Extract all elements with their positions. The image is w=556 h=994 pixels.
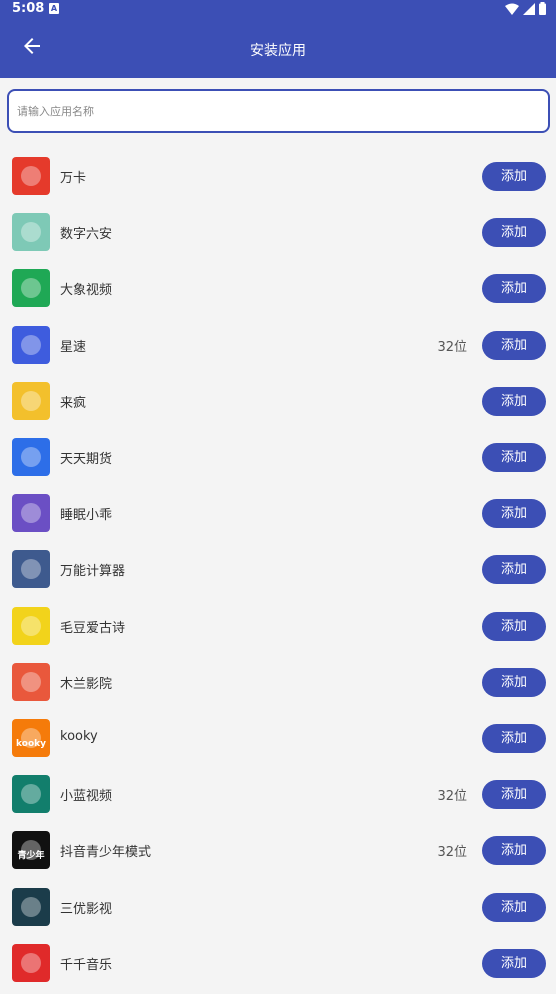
list-item: 睡眠小乖 添加 <box>0 485 556 541</box>
app-name: 小蓝视频 <box>60 789 113 805</box>
app-bar: 安装应用 <box>0 18 556 78</box>
arch-badge: 32位 <box>437 789 467 805</box>
list-item: 青少年 抖音青少年模式 32位 添加 <box>0 822 556 878</box>
app-name: 数字六安 <box>60 227 113 243</box>
app-name: 天天期货 <box>60 452 113 467</box>
list-item: 小蓝视频 32位 添加 <box>0 766 556 822</box>
add-button[interactable]: 添加 <box>482 386 546 416</box>
list-item: kooky kooky 添加 <box>0 710 556 766</box>
signal-icon <box>523 2 535 15</box>
list-item: 毛豆爱古诗 添加 <box>0 598 556 654</box>
app-name: 三优影视 <box>60 901 113 917</box>
app-name: 大象视频 <box>60 283 113 299</box>
add-button[interactable]: 添加 <box>482 274 546 304</box>
add-button[interactable]: 添加 <box>482 555 546 585</box>
status-bar: 5:08 A <box>0 0 556 18</box>
search-box <box>7 89 550 133</box>
add-button[interactable]: 添加 <box>482 162 546 191</box>
list-item: 木兰影院 添加 <box>0 654 556 710</box>
list-item: 三优影视 添加 <box>0 879 556 935</box>
add-button[interactable]: 添加 <box>482 330 546 360</box>
add-button[interactable]: 添加 <box>482 948 546 978</box>
app-name: 木兰影院 <box>60 676 113 692</box>
add-button[interactable]: 添加 <box>482 611 546 641</box>
app-name: 毛豆爱古诗 <box>60 620 126 636</box>
app-name: 睡眠小乖 <box>60 508 113 524</box>
notification-a-icon: A <box>49 3 59 14</box>
list-item: 千千音乐 添加 <box>0 935 556 991</box>
add-button[interactable]: 添加 <box>482 836 546 866</box>
app-name: 星速 <box>60 339 87 355</box>
star-shield-icon <box>12 325 50 364</box>
add-button[interactable]: 添加 <box>482 443 546 472</box>
add-button[interactable]: 添加 <box>482 780 546 810</box>
elephant-icon <box>12 269 50 308</box>
list-item: 数字六安 添加 <box>0 204 556 260</box>
search-input[interactable] <box>9 91 548 131</box>
app-name: 千千音乐 <box>60 957 113 973</box>
list-item: 星速 32位 添加 <box>0 317 556 373</box>
app-name: 万能计算器 <box>60 564 126 580</box>
battery-icon <box>539 2 546 15</box>
tiktok-icon: 青少年 <box>12 831 50 870</box>
list-item: 万能计算器 添加 <box>0 541 556 597</box>
list-item: 万卡 添加 <box>0 148 556 204</box>
app-name: 万卡 <box>60 171 87 186</box>
add-button[interactable]: 添加 <box>482 667 546 697</box>
bee-icon <box>12 381 50 420</box>
add-button[interactable]: 添加 <box>482 724 546 753</box>
arch-badge: 32位 <box>437 339 467 355</box>
list-item: 大象视频 添加 <box>0 260 556 316</box>
arch-badge: 32位 <box>437 845 467 861</box>
wanka-icon <box>12 157 50 195</box>
app-name: 来疯 <box>60 395 87 411</box>
app-name: 抖音青少年模式 <box>60 845 152 861</box>
play-icon <box>12 887 50 926</box>
wifi-icon <box>505 3 519 15</box>
add-button[interactable]: 添加 <box>482 499 546 529</box>
app-name: kooky <box>60 729 98 744</box>
diamond-icon <box>12 438 50 476</box>
qianqian-icon <box>12 943 50 982</box>
icon-logo-text: 青少年 <box>17 851 45 862</box>
status-time: 5:08 <box>12 1 45 16</box>
system-icons <box>505 2 546 15</box>
shuzi-luan-icon <box>12 213 50 252</box>
moon-icon <box>12 494 50 533</box>
panda-icon <box>12 606 50 645</box>
page-title: 安装应用 <box>250 43 306 59</box>
android-icon <box>12 775 50 814</box>
add-button[interactable]: 添加 <box>482 892 546 922</box>
list-item: 天天期货 添加 <box>0 429 556 485</box>
calculator-icon <box>12 550 50 589</box>
add-button[interactable]: 添加 <box>482 218 546 248</box>
icon-logo-text: kooky <box>16 739 46 749</box>
film-icon <box>12 662 50 701</box>
list-item: 来疯 添加 <box>0 373 556 429</box>
kooky-icon: kooky <box>12 719 50 757</box>
